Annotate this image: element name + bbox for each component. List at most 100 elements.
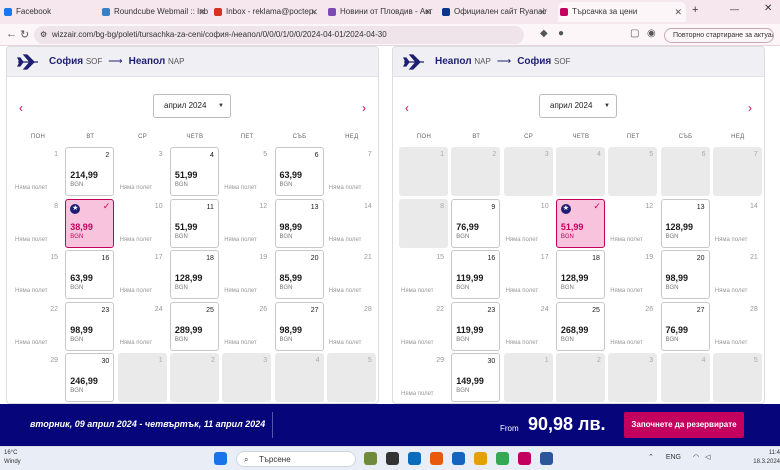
- calendar-day: 5: [326, 353, 376, 402]
- browser-tab[interactable]: Официален сайт Ryanair ✕: [440, 2, 550, 22]
- origin-city: София: [49, 56, 84, 67]
- tab-close-icon[interactable]: ✕: [538, 2, 546, 22]
- day-currency: BGN: [456, 285, 470, 291]
- url-bar[interactable]: ⚙ wizzair.com/bg-bg/poleti/tursachka-za-…: [34, 26, 524, 44]
- day-currency: BGN: [174, 336, 188, 343]
- day-number: 3: [649, 357, 654, 364]
- task-view-icon[interactable]: [386, 452, 399, 465]
- reload-icon[interactable]: ↻: [20, 28, 29, 41]
- tab-close-icon[interactable]: ✕: [424, 2, 432, 22]
- day-number: 4: [701, 357, 706, 364]
- file-explorer-icon[interactable]: [474, 452, 487, 465]
- calendar-day[interactable]: 23 98,99 BGN: [65, 301, 115, 351]
- edge-icon[interactable]: [408, 452, 421, 465]
- weekday-header: СР: [524, 134, 534, 140]
- widgets-icon[interactable]: [364, 452, 377, 465]
- day-price: 268,99: [560, 324, 589, 335]
- prev-month-chevron-icon[interactable]: ‹: [19, 101, 23, 115]
- browser-tab[interactable]: Новини от Пловдив - Акт ✕: [326, 2, 436, 22]
- start-booking-button[interactable]: Започнете да резервирате: [624, 412, 744, 438]
- calendar-day[interactable]: 27 76,99 BGN: [660, 301, 710, 351]
- day-number: 12: [259, 202, 268, 210]
- calendar-day[interactable]: 13 98,99 BGN: [274, 198, 324, 248]
- next-month-chevron-icon[interactable]: ›: [362, 101, 366, 115]
- day-number: 13: [696, 203, 705, 211]
- tab-close-icon[interactable]: ✕: [198, 2, 206, 22]
- calendar-day[interactable]: 2 214,99 BGN: [65, 147, 115, 196]
- day-number: 1: [544, 357, 549, 364]
- calendar-day[interactable]: 20 98,99 BGN: [660, 250, 710, 299]
- tab-close-icon[interactable]: ✕: [310, 2, 318, 22]
- avatar[interactable]: ◉: [647, 28, 656, 39]
- clock[interactable]: 11:4 18.3.2024: [748, 449, 780, 467]
- wifi-icon[interactable]: ◠: [693, 454, 699, 461]
- calendar-day[interactable]: 25 289,99 BGN: [169, 301, 219, 351]
- word-icon[interactable]: [540, 452, 553, 465]
- calendar-day[interactable]: 30 149,99 BGN: [451, 353, 501, 402]
- month-select[interactable]: април 2024 ▼: [153, 94, 231, 118]
- site-info-icon[interactable]: ⚙: [40, 26, 47, 44]
- browser-tab[interactable]: Facebook✕: [2, 2, 112, 22]
- firefox-icon[interactable]: [430, 452, 443, 465]
- chrome-profile-icon[interactable]: [518, 452, 531, 465]
- system-tray[interactable]: ⌃ ENG ◠ ◁: [648, 453, 710, 461]
- calendar-day[interactable]: 18 128,99 BGN: [555, 250, 605, 299]
- close-window-icon[interactable]: ✕: [764, 3, 772, 14]
- calendar-day[interactable]: ★ ✓ 38,99 BGN: [65, 198, 115, 248]
- calendar-day[interactable]: 25 268,99 BGN: [555, 301, 605, 351]
- calendar-day[interactable]: 9 76,99 BGN: [451, 198, 501, 248]
- calendar-day[interactable]: 4 51,99 BGN: [169, 147, 219, 196]
- taskbar-search[interactable]: ⌕ Търсене: [236, 451, 356, 467]
- weekday-header: СЪБ: [678, 134, 693, 140]
- no-flight-label: Няма полет: [224, 339, 257, 346]
- no-flight-label: Няма полет: [610, 288, 643, 294]
- calendar-day[interactable]: 11 51,99 BGN: [169, 198, 219, 248]
- no-flight-label: Няма полет: [328, 185, 362, 191]
- calendar-day: 17 Няма полет: [117, 250, 167, 299]
- tab-close-icon[interactable]: ✕: [674, 2, 682, 22]
- calendar-day[interactable]: 18 128,99 BGN: [169, 250, 219, 299]
- calendar-day[interactable]: 30 246,99 BGN: [65, 353, 115, 402]
- browser-tab[interactable]: Inbox - reklama@poctep. ✕: [212, 2, 322, 22]
- profile-icon[interactable]: ●: [558, 28, 564, 39]
- browser-tab[interactable]: Roundcube Webmail :: Inb ✕: [100, 2, 210, 22]
- day-number: 4: [209, 152, 214, 159]
- calendar-day: 12 Няма полет: [608, 198, 658, 248]
- chrome-icon[interactable]: [496, 452, 509, 465]
- calendar-day[interactable]: 23 119,99 BGN: [451, 301, 501, 351]
- calendar-day[interactable]: 16 119,99 BGN: [451, 250, 501, 299]
- mail-icon[interactable]: [452, 452, 465, 465]
- day-number: 18: [206, 255, 214, 262]
- calendar-day: 5: [608, 147, 658, 196]
- extensions-icon[interactable]: ◆: [540, 28, 548, 39]
- sidebar-icon[interactable]: ▢: [630, 28, 639, 39]
- minimize-icon[interactable]: —: [730, 4, 739, 14]
- day-currency: BGN: [456, 336, 470, 343]
- day-number: 21: [364, 254, 372, 261]
- calendar-day[interactable]: 27 98,99 BGN: [274, 301, 324, 351]
- weather-widget[interactable]: 16°C Windy: [4, 449, 21, 467]
- volume-icon[interactable]: ◁: [705, 454, 710, 461]
- next-month-chevron-icon[interactable]: ›: [748, 101, 752, 115]
- day-price: 149,99: [456, 376, 484, 386]
- calendar-day[interactable]: 13 128,99 BGN: [660, 198, 710, 248]
- browser-tab[interactable]: Търсачка за цени ✕: [558, 2, 686, 22]
- weekday-header: ПОН: [30, 134, 46, 140]
- month-select[interactable]: април 2024 ▼: [539, 94, 617, 118]
- calendar-day[interactable]: 6 63,99 BGN: [274, 147, 324, 196]
- calendar-day[interactable]: 20 85,99 BGN: [274, 250, 324, 299]
- windows-start-icon[interactable]: [214, 452, 227, 465]
- no-flight-label: Няма полет: [610, 339, 643, 346]
- tab-title: Roundcube Webmail :: Inb: [114, 7, 209, 16]
- back-icon[interactable]: ←: [6, 28, 17, 40]
- calendar-day[interactable]: ★ ✓ 51,99 BGN: [555, 198, 605, 248]
- language-indicator[interactable]: ENG: [666, 454, 681, 461]
- day-currency: BGN: [665, 336, 679, 343]
- update-button[interactable]: Повторно стартиране за актуализира: [664, 28, 774, 43]
- day-currency: BGN: [665, 285, 679, 291]
- prev-month-chevron-icon[interactable]: ‹: [405, 101, 409, 115]
- day-price: 76,99: [456, 221, 479, 232]
- calendar-day[interactable]: 16 63,99 BGN: [65, 250, 115, 299]
- tray-chevron-icon[interactable]: ⌃: [648, 454, 654, 461]
- new-tab-button[interactable]: +: [692, 4, 698, 16]
